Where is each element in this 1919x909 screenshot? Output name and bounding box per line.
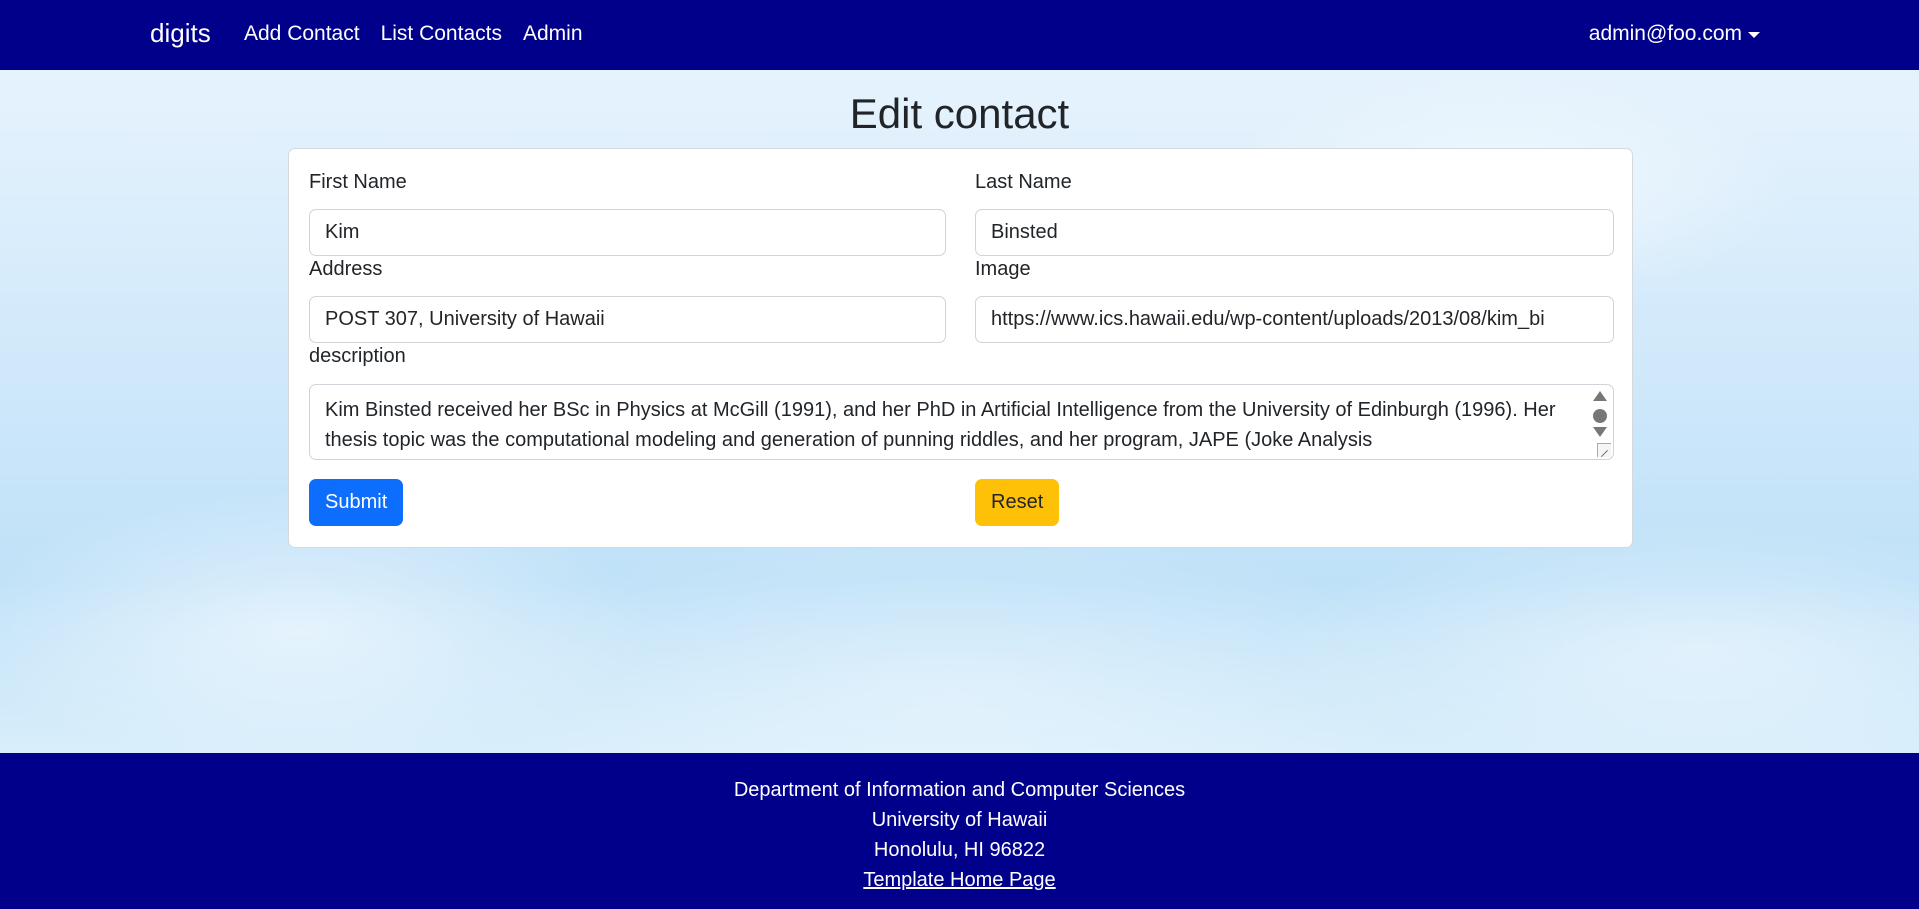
address-label: Address (309, 258, 383, 280)
scroll-down-icon[interactable] (1593, 427, 1607, 437)
description-label: description (309, 345, 406, 367)
last-name-input[interactable]: Binsted (975, 209, 1614, 256)
main-content: Edit contact First Name Kim Last Name Bi… (0, 70, 1919, 753)
reset-button[interactable]: Reset (975, 479, 1060, 526)
footer-text: Department of Information and Computer S… (0, 753, 1919, 895)
description-text: Kim Binsted received her BSc in Physics … (325, 399, 1556, 451)
first-name-label: First Name (309, 171, 407, 193)
user-dropdown[interactable]: admin@foo.com (1589, 22, 1760, 46)
description-textarea[interactable]: Kim Binsted received her BSc in Physics … (309, 384, 1614, 460)
page-title: Edit contact (849, 90, 1070, 137)
last-name-label: Last Name (975, 171, 1072, 193)
footer-department: Department of Information and Computer S… (733, 779, 1186, 801)
footer: Department of Information and Computer S… (0, 753, 1919, 909)
nav-admin[interactable]: Admin (523, 22, 583, 46)
address-input[interactable]: POST 307, University of Hawaii (309, 296, 946, 343)
nav-list-contacts[interactable]: List Contacts (381, 22, 502, 46)
scroll-up-icon[interactable] (1593, 391, 1607, 401)
top-navbar: digits Add Contact List Contacts Admin a… (0, 0, 1919, 70)
user-email: admin@foo.com (1588, 22, 1742, 45)
caret-down-icon (1748, 32, 1760, 38)
image-url-input[interactable]: https://www.ics.hawaii.edu/wp-content/up… (975, 296, 1614, 343)
scroll-thumb[interactable] (1593, 409, 1607, 423)
footer-university: University of Hawaii (871, 809, 1048, 831)
nav-add-contact[interactable]: Add Contact (244, 22, 360, 46)
brand-logo[interactable]: digits (150, 18, 211, 49)
resize-handle-icon[interactable] (1597, 443, 1611, 457)
first-name-input[interactable]: Kim (309, 209, 946, 256)
image-label: Image (975, 258, 1031, 280)
footer-location: Honolulu, HI 96822 (873, 839, 1046, 861)
nav-links: Add Contact List Contacts Admin (244, 22, 583, 46)
template-home-link[interactable]: Template Home Page (863, 869, 1055, 891)
edit-contact-form: First Name Kim Last Name Binsted Address… (288, 148, 1633, 548)
submit-button[interactable]: Submit (309, 479, 404, 526)
